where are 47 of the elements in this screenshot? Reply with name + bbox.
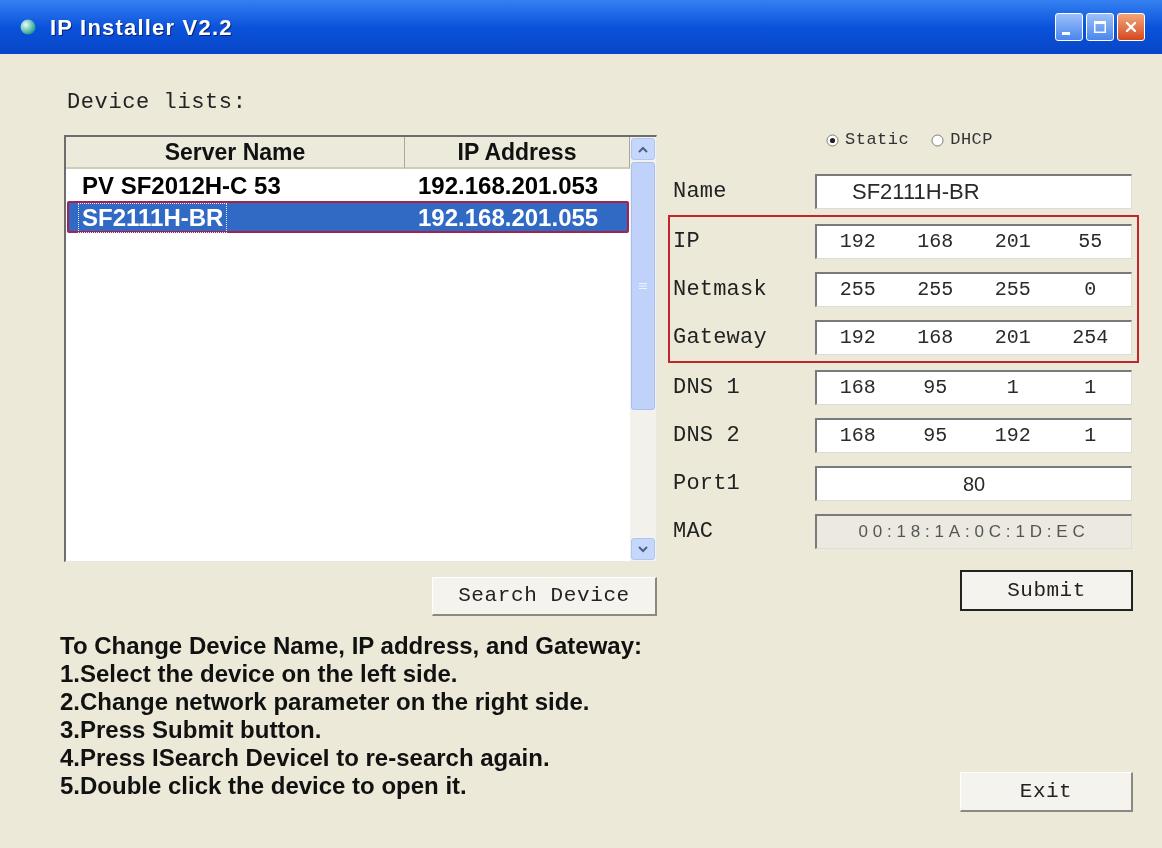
field-label: Netmask: [672, 275, 768, 304]
instruction-text: 5.Double click the device to open it.: [60, 772, 467, 800]
app-icon: [20, 19, 36, 35]
scrollbar[interactable]: [630, 137, 656, 561]
scroll-up-button[interactable]: [631, 138, 655, 160]
instruction-text: 3.Press Submit button.: [60, 716, 322, 744]
field-label: MAC: [672, 517, 715, 546]
instruction-text: To Change Device Name, IP address, and Gateway:: [60, 632, 642, 660]
grip-icon: [638, 282, 648, 290]
field-label: Port1: [672, 469, 741, 498]
instruction-text: 2.Change network parameter on the right side.: [60, 688, 590, 716]
field-label: Gateway: [672, 323, 768, 352]
field-label: DNS 1: [672, 373, 741, 402]
ip-address-field[interactable]: 255 255 255 0: [815, 271, 1132, 307]
minimize-button[interactable]: [1055, 13, 1083, 41]
field-label: IP: [672, 227, 701, 256]
field-label: Name: [672, 177, 728, 206]
column-header[interactable]: IP Address: [405, 137, 630, 169]
window-title: IP Installer V2.2: [50, 13, 233, 42]
submit-button[interactable]: Submit: [960, 570, 1133, 611]
ip-address-field[interactable]: 192 168 201 254: [815, 319, 1132, 355]
table-cell-text: 192.168.201.055: [417, 206, 600, 230]
maximize-button[interactable]: [1086, 13, 1114, 41]
device-row[interactable]: SF2111H-BR 192.168.201.055: [67, 201, 629, 233]
device-list[interactable]: Server Name IP Address PV SF2012H-C 53 192.168.201.053 SF2111H-BR 192.168.201.055: [64, 135, 657, 562]
close-button[interactable]: [1117, 13, 1145, 41]
close-icon: [1125, 21, 1137, 33]
radio-option[interactable]: DHCP: [931, 127, 994, 153]
scroll-down-button[interactable]: [631, 538, 655, 560]
name-field[interactable]: SF2111H-BR: [815, 173, 1132, 209]
column-header[interactable]: Server Name: [66, 137, 405, 169]
field-label: DNS 2: [672, 421, 741, 450]
minimize-icon: [1062, 31, 1070, 35]
chevron-up-icon: [638, 145, 648, 153]
chevron-down-icon: [638, 545, 648, 553]
list-label: Device lists:: [67, 92, 247, 114]
table-cell: SF2111H-BR: [78, 203, 228, 233]
maximize-icon: [1094, 21, 1106, 33]
ip-address-field[interactable]: 192 168 201 55: [815, 223, 1132, 259]
exit-button[interactable]: Exit: [960, 772, 1133, 812]
instruction-text: 4.Press ISearch DeviceI to re-search again.: [60, 744, 550, 772]
search-device-button[interactable]: Search Device: [432, 577, 657, 616]
radio-option[interactable]: Static: [826, 127, 910, 153]
table-cell-text: PV SF2012H-C 53: [81, 171, 282, 201]
instruction-text: 1.Select the device on the left side.: [60, 660, 458, 688]
scroll-thumb[interactable]: [631, 162, 655, 410]
table-cell-text: 192.168.201.053: [417, 174, 600, 198]
